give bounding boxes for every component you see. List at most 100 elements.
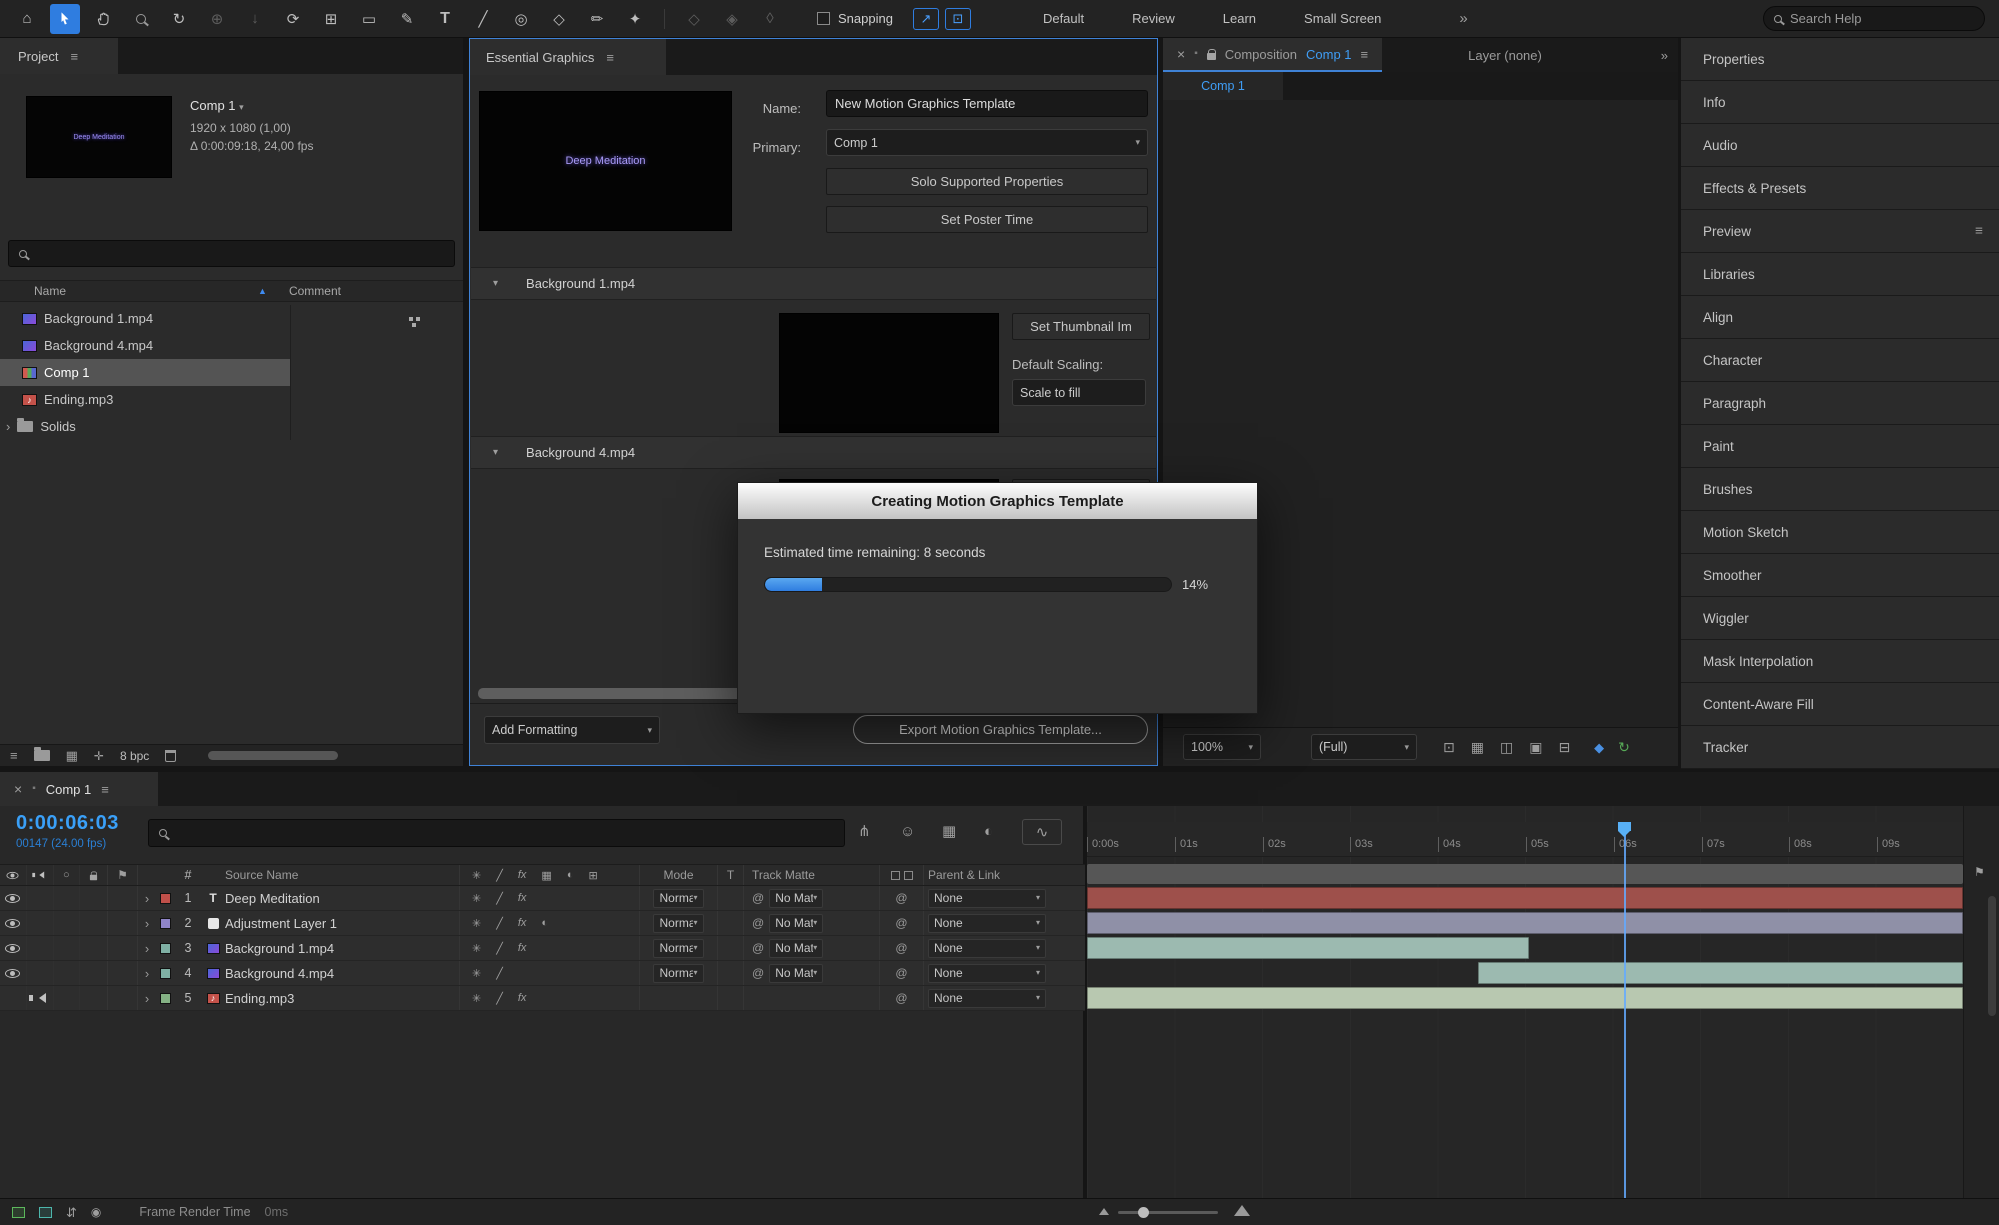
- help-search-input[interactable]: Search Help: [1763, 6, 1985, 31]
- brush-tool-icon[interactable]: ╱: [468, 4, 498, 34]
- blend-mode-dropdown[interactable]: Normal▾: [653, 939, 703, 958]
- sidebar-item-paragraph[interactable]: Paragraph: [1681, 382, 1999, 425]
- sidebar-item-brushes[interactable]: Brushes: [1681, 468, 1999, 511]
- time-ruler[interactable]: 0:00s 01s 02s 03s 04s 05s 06s 07s 08s 09…: [1087, 822, 1963, 857]
- hand-tool-icon[interactable]: [88, 4, 118, 34]
- list-item[interactable]: Background 1.mp4: [0, 305, 463, 332]
- parent-dropdown[interactable]: None▾: [928, 939, 1046, 958]
- close-icon[interactable]: ×: [1177, 47, 1185, 61]
- fx-switch-icon[interactable]: fx: [518, 869, 527, 881]
- motion-blur-switch-icon[interactable]: ◐: [567, 869, 574, 881]
- collapse-switch-icon[interactable]: ✳: [472, 992, 481, 1005]
- playhead[interactable]: [1624, 822, 1626, 1198]
- timeline-bar-ending-audio[interactable]: [1087, 987, 1963, 1009]
- default-scaling-dropdown[interactable]: Scale to fill: [1012, 379, 1146, 406]
- timecode-display-icon[interactable]: ⊟: [1558, 740, 1570, 754]
- collapse-switch-icon[interactable]: ✳: [472, 917, 481, 930]
- set-poster-time-button[interactable]: Set Poster Time: [826, 206, 1148, 233]
- selection-tool-icon[interactable]: [50, 4, 80, 34]
- rectangle-tool-icon[interactable]: ▭: [354, 4, 384, 34]
- work-area-bar[interactable]: [1087, 864, 1963, 884]
- section-collapse-icon[interactable]: ▾: [493, 448, 498, 458]
- adjustment-switch-icon[interactable]: ◐: [541, 917, 548, 929]
- sidebar-item-properties[interactable]: Properties: [1681, 38, 1999, 81]
- column-comment[interactable]: Comment: [289, 284, 341, 298]
- label-color-chip[interactable]: [160, 893, 171, 904]
- parent-dropdown[interactable]: None▾: [928, 964, 1046, 983]
- timeline-bar-adjustment-layer[interactable]: [1087, 912, 1963, 934]
- new-composition-icon[interactable]: ▦: [66, 749, 78, 762]
- panel-menu-icon[interactable]: ≡: [70, 50, 78, 63]
- export-template-button[interactable]: Export Motion Graphics Template...: [853, 715, 1148, 744]
- zoom-tool-icon[interactable]: [126, 4, 156, 34]
- graph-editor-icon[interactable]: ∿: [1022, 819, 1062, 845]
- timeline-track-area[interactable]: 0:00s 01s 02s 03s 04s 05s 06s 07s 08s 09…: [1087, 806, 1963, 1198]
- lock-icon[interactable]: [1207, 53, 1216, 60]
- template-name-input[interactable]: New Motion Graphics Template: [826, 90, 1148, 117]
- tab-overflow-icon[interactable]: »: [1661, 49, 1668, 62]
- workspace-overflow-icon[interactable]: »: [1459, 11, 1467, 26]
- mask-visibility-icon[interactable]: ▦: [1471, 740, 1484, 754]
- sidebar-item-align[interactable]: Align: [1681, 296, 1999, 339]
- eye-icon[interactable]: [5, 969, 20, 978]
- workspace-tab-default[interactable]: Default: [1043, 11, 1084, 26]
- sidebar-item-info[interactable]: Info: [1681, 81, 1999, 124]
- hide-shy-layers-icon[interactable]: ☺: [900, 824, 915, 839]
- pickwhip-icon[interactable]: @: [752, 941, 764, 955]
- up-down-arrows-icon[interactable]: ⇵: [66, 1206, 77, 1219]
- label-color-chip[interactable]: [160, 918, 171, 929]
- region-of-interest-icon[interactable]: ◫: [1500, 740, 1513, 754]
- comp-marker-bin-icon[interactable]: ⚑: [1974, 866, 1985, 878]
- preview-comp-name[interactable]: Comp 1: [190, 98, 236, 113]
- dolly-camera-tool-icon[interactable]: ↓: [240, 4, 270, 34]
- magnification-dropdown[interactable]: 100% ▾: [1183, 734, 1261, 760]
- pickwhip-icon[interactable]: @: [752, 966, 764, 980]
- pickwhip-icon[interactable]: @: [752, 916, 764, 930]
- chevron-down-icon[interactable]: ▾: [239, 103, 244, 112]
- section-header-background-1[interactable]: ▾ Background 1.mp4: [471, 267, 1156, 300]
- eye-icon[interactable]: [5, 894, 20, 903]
- label-column-icon[interactable]: ⚑: [117, 869, 128, 881]
- layer-tab[interactable]: Layer (none): [1468, 48, 1542, 63]
- track-matte-dropdown[interactable]: No Matte▾: [769, 914, 823, 933]
- toggle-modes-icon[interactable]: [904, 871, 913, 880]
- project-search-input[interactable]: [8, 240, 455, 267]
- parent-dropdown[interactable]: None▾: [928, 914, 1046, 933]
- timeline-bar-deep-meditation[interactable]: [1087, 887, 1963, 909]
- timeline-bar-background-4[interactable]: [1478, 962, 1963, 984]
- layer-row-ending-audio[interactable]: › 5 ♪ Ending.mp3 ✳ ╱ fx @ None▾: [0, 986, 1085, 1011]
- timeline-comp-tab[interactable]: × ▪ Comp 1 ≡: [0, 772, 158, 806]
- column-source-name[interactable]: Source Name: [225, 868, 298, 882]
- track-matte-dropdown[interactable]: No Matte▾: [769, 939, 823, 958]
- collapse-switch-icon[interactable]: ✳: [472, 942, 481, 955]
- parent-pickwhip-icon[interactable]: @: [895, 991, 907, 1005]
- sidebar-item-preview[interactable]: Preview ≡: [1681, 210, 1999, 253]
- workspace-tab-review[interactable]: Review: [1132, 11, 1175, 26]
- close-icon[interactable]: ×: [14, 782, 22, 796]
- frame-blend-switch-icon[interactable]: ▦: [541, 869, 551, 882]
- pen-tool-icon[interactable]: ✎: [392, 4, 422, 34]
- column-t[interactable]: T: [727, 868, 734, 882]
- mask-vertex-icon[interactable]: ◈: [717, 4, 747, 34]
- orbit-camera-tool-icon[interactable]: ↻: [164, 4, 194, 34]
- snap-box-icon[interactable]: ⊡: [945, 8, 971, 30]
- add-formatting-dropdown[interactable]: Add Formatting ▾: [484, 716, 660, 744]
- solo-column-icon[interactable]: ○: [63, 870, 70, 881]
- section-header-background-4[interactable]: ▾ Background 4.mp4: [471, 436, 1156, 469]
- composition-mini-flowchart-icon[interactable]: ⋔: [858, 824, 871, 839]
- lock-column-icon[interactable]: [90, 874, 97, 880]
- pan-camera-tool-icon[interactable]: ⊕: [202, 4, 232, 34]
- puppet-pin-tool-icon[interactable]: ✦: [620, 4, 650, 34]
- quality-switch-icon[interactable]: ╱: [496, 917, 503, 930]
- person-icon[interactable]: ◉: [91, 1206, 101, 1218]
- expander-icon[interactable]: ›: [138, 916, 156, 931]
- sidebar-item-content-aware-fill[interactable]: Content-Aware Fill: [1681, 683, 1999, 726]
- primary-comp-dropdown[interactable]: Comp 1 ▾: [826, 129, 1148, 156]
- list-item[interactable]: › Solids: [0, 413, 463, 440]
- mask-mode-icon[interactable]: ◊: [755, 4, 785, 34]
- sidebar-item-motion-sketch[interactable]: Motion Sketch: [1681, 511, 1999, 554]
- column-parent-link[interactable]: Parent & Link: [928, 868, 1000, 882]
- timeline-search-input[interactable]: [148, 819, 845, 847]
- column-name[interactable]: Name: [34, 284, 66, 298]
- mask-feather-icon[interactable]: ◇: [679, 4, 709, 34]
